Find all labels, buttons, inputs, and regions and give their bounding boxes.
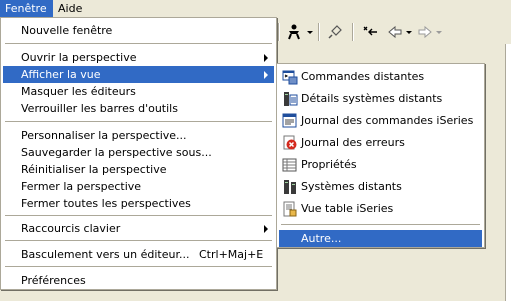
toolbar-separator <box>352 23 354 41</box>
submenu-item-systemes-distants[interactable]: Systèmes distants <box>279 176 482 198</box>
menu-aide[interactable]: Aide <box>53 0 89 17</box>
run-person-icon[interactable] <box>284 24 304 40</box>
submenu-separator <box>281 224 480 226</box>
iseries-command-log-icon <box>282 113 298 129</box>
menu-separator <box>5 43 272 45</box>
submenu-item-label: Systèmes distants <box>301 180 402 193</box>
menu-item-preferences[interactable]: Préférences <box>3 272 274 289</box>
menu-item-verrouiller-barres[interactable]: Verrouiller les barres d'outils <box>3 100 274 117</box>
menu-item-label: Ouvrir la perspective <box>21 51 137 64</box>
submenu-item-label: Journal des commandes iSeries <box>301 114 474 127</box>
submenu-item-commandes-distantes[interactable]: Commandes distantes <box>279 66 482 88</box>
shortcut-label: Ctrl+Maj+E <box>199 248 264 261</box>
menu-item-ouvrir-perspective[interactable]: Ouvrir la perspective <box>3 49 274 66</box>
submenu-item-journal-commandes-iseries[interactable]: Journal des commandes iSeries <box>279 110 482 132</box>
submenu-item-vue-table-iseries[interactable]: Vue table iSeries <box>279 198 482 220</box>
properties-icon <box>282 157 298 173</box>
menu-item-raccourcis-clavier[interactable]: Raccourcis clavier <box>3 220 274 237</box>
back-dropdown-icon[interactable] <box>406 31 412 34</box>
submenu-item-label: Commandes distantes <box>301 70 425 83</box>
last-edit-location-icon[interactable] <box>360 24 380 40</box>
menu-item-sauvegarder-perspective[interactable]: Sauvegarder la perspective sous... <box>3 144 274 161</box>
remote-commands-icon <box>282 69 298 85</box>
submenu-arrow-icon <box>264 71 268 79</box>
submenu-item-label: Propriétés <box>301 158 357 171</box>
menu-item-basculement-editeur[interactable]: Basculement vers un éditeur... Ctrl+Maj+… <box>3 246 274 263</box>
submenu-item-label: Vue table iSeries <box>301 202 394 215</box>
menu-item-personnaliser-perspective[interactable]: Personnaliser la perspective... <box>3 127 274 144</box>
menu-item-afficher-vue[interactable]: Afficher la vue <box>3 66 274 83</box>
menu-item-label: Basculement vers un éditeur... <box>21 248 190 261</box>
submenu-item-autre[interactable]: Autre... <box>279 230 482 247</box>
submenu-item-details-systemes-distants[interactable]: Détails systèmes distants <box>279 88 482 110</box>
submenu-item-proprietes[interactable]: Propriétés <box>279 154 482 176</box>
toolbar-separator <box>318 23 320 41</box>
menu-item-reinitialiser-perspective[interactable]: Réinitialiser la perspective <box>3 161 274 178</box>
menu-separator <box>5 240 272 242</box>
remote-system-details-icon <box>282 91 298 107</box>
pin-icon[interactable] <box>326 24 344 40</box>
menu-item-fermer-toutes-perspectives[interactable]: Fermer toutes les perspectives <box>3 195 274 212</box>
submenu-arrow-icon <box>264 225 268 233</box>
submenu-item-label: Journal des erreurs <box>301 136 405 149</box>
menu-item-fermer-perspective[interactable]: Fermer la perspective <box>3 178 274 195</box>
forward-dropdown-icon <box>436 31 442 34</box>
menu-item-nouvelle-fenetre[interactable]: Nouvelle fenêtre <box>3 22 274 39</box>
menu-separator <box>5 266 272 268</box>
show-view-submenu: Commandes distantes Détails systèmes dis… <box>276 63 485 248</box>
forward-icon <box>416 24 434 40</box>
iseries-table-view-icon <box>282 201 298 217</box>
toolbar <box>278 17 511 47</box>
toolbar-separator <box>278 23 280 41</box>
menu-fenetre[interactable]: Fenêtre <box>0 0 53 17</box>
menu-item-label: Afficher la vue <box>21 68 101 81</box>
menu-item-masquer-editeurs[interactable]: Masquer les éditeurs <box>3 83 274 100</box>
error-log-icon <box>282 135 298 151</box>
menu-separator <box>5 121 272 123</box>
menu-separator <box>5 215 272 217</box>
window-menu: Nouvelle fenêtre Ouvrir la perspective A… <box>0 17 277 290</box>
run-dropdown-icon[interactable] <box>307 31 313 34</box>
menubar: Fenêtre Aide <box>0 0 511 17</box>
menu-item-label: Raccourcis clavier <box>21 222 121 235</box>
view-border <box>505 44 511 301</box>
submenu-item-label: Détails systèmes distants <box>301 92 443 105</box>
submenu-item-journal-erreurs[interactable]: Journal des erreurs <box>279 132 482 154</box>
remote-systems-icon <box>282 179 298 195</box>
back-icon[interactable] <box>386 24 404 40</box>
submenu-arrow-icon <box>264 54 268 62</box>
